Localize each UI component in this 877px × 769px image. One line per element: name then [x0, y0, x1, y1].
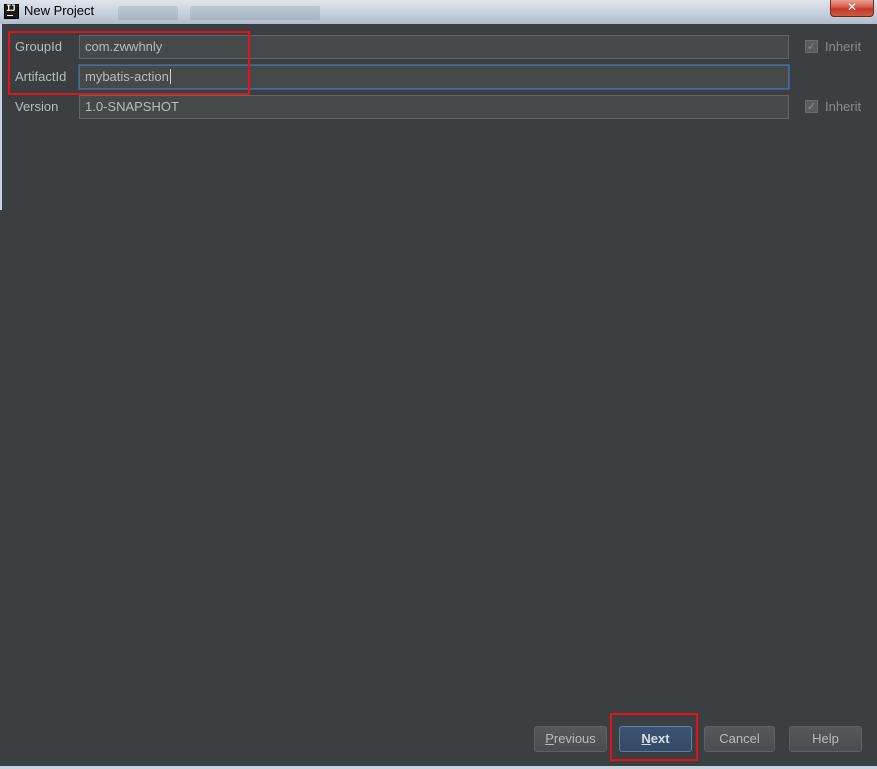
cancel-button[interactable]: Cancel [704, 726, 775, 752]
checkmark-icon: ✓ [805, 40, 818, 53]
help-button[interactable]: Help [789, 726, 862, 752]
background-tab-ghost [118, 6, 178, 20]
highlight-box-fields [8, 31, 250, 95]
checkmark-icon: ✓ [805, 100, 818, 113]
background-tab-ghost [190, 6, 320, 20]
previous-button[interactable]: Previous [534, 726, 607, 752]
version-row: Version 1.0-SNAPSHOT ✓ Inherit [0, 95, 877, 119]
next-button[interactable]: Next [619, 726, 692, 752]
inherit-label: Inherit [825, 39, 862, 54]
new-project-dialog: IJ New Project ✕ GroupId com.zwwhnly ✓ I… [0, 0, 877, 769]
window-title: New Project [24, 3, 95, 18]
version-label: Version [15, 99, 59, 114]
version-input[interactable]: 1.0-SNAPSHOT [79, 95, 789, 119]
title-bar: IJ New Project ✕ [0, 0, 877, 24]
close-button[interactable]: ✕ [830, 0, 874, 17]
close-icon: ✕ [846, 0, 858, 14]
inherit-label: Inherit [825, 99, 862, 114]
intellij-icon: IJ [4, 4, 19, 19]
